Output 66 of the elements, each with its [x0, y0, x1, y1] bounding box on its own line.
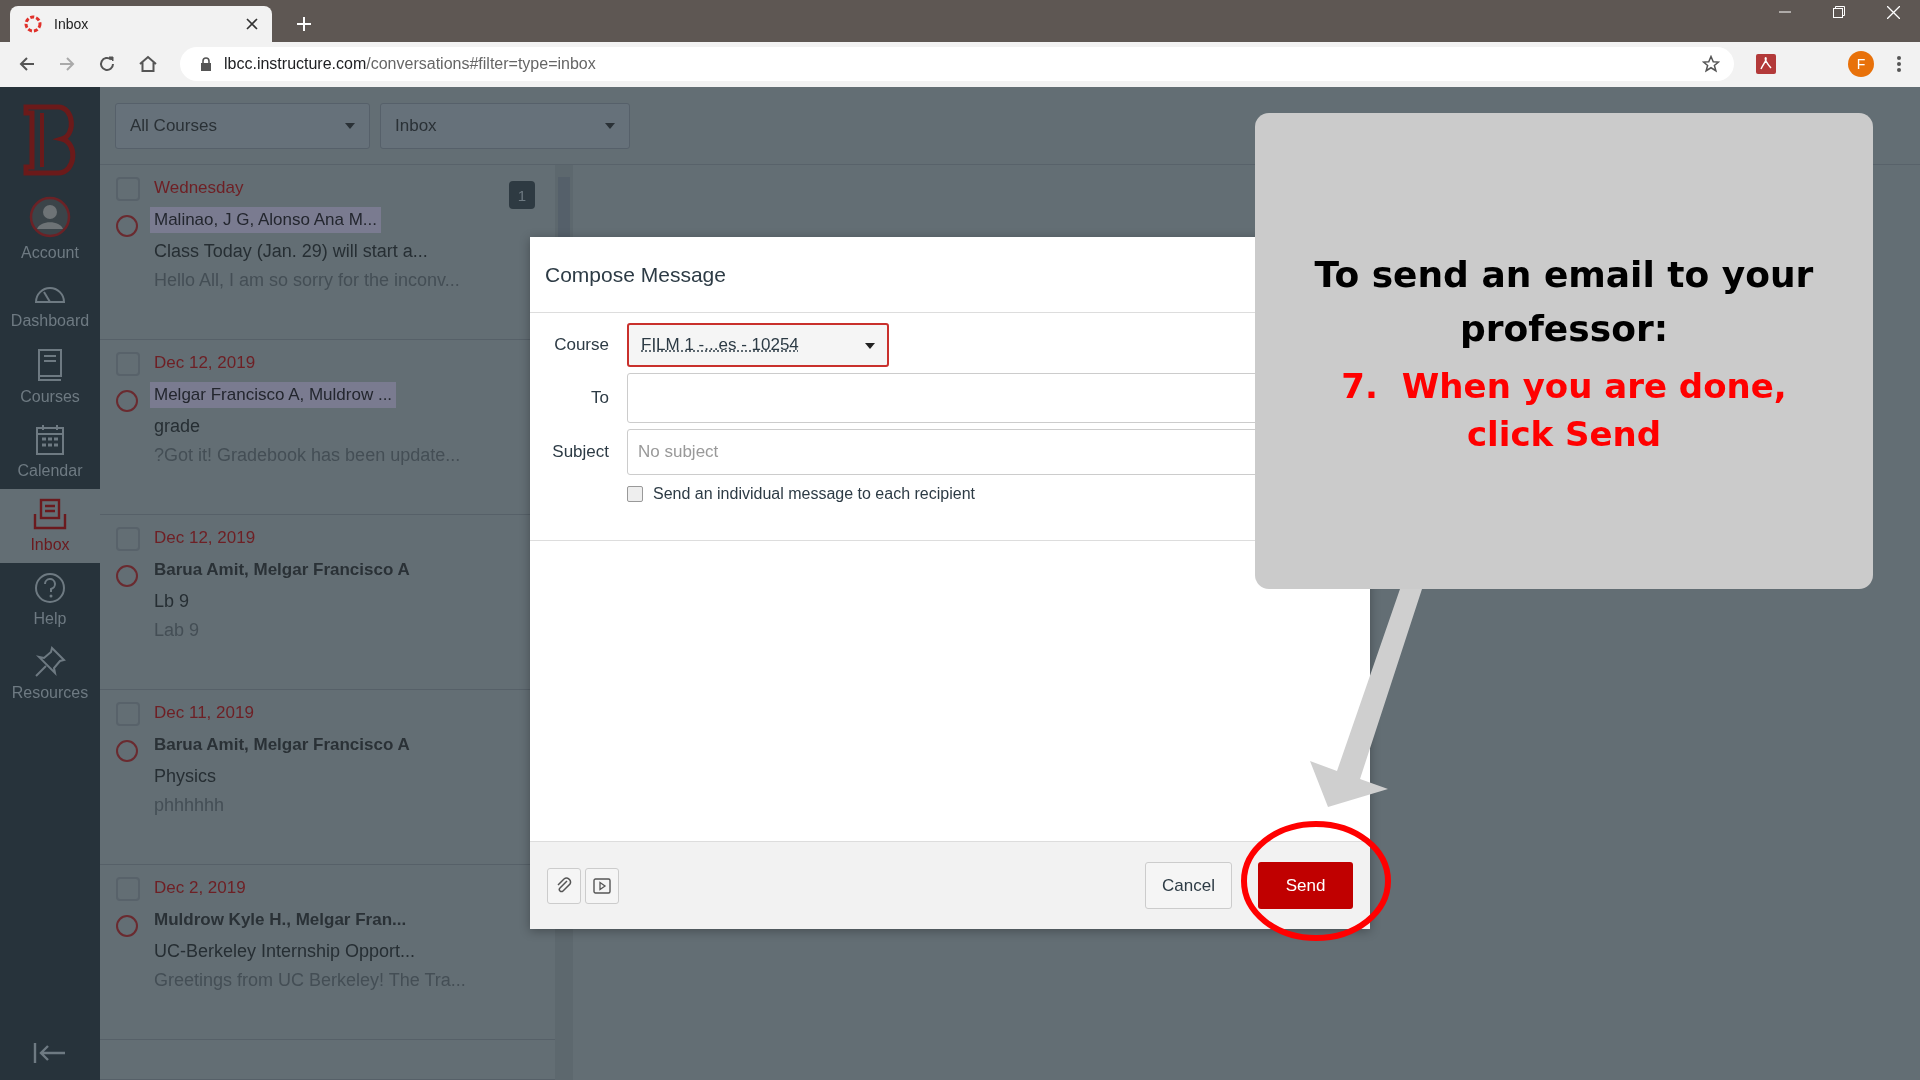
message-sender: Barua Amit, Melgar Francisco A: [153, 559, 411, 581]
nav-item[interactable]: Dashboard: [0, 271, 100, 339]
pushpin-icon: [34, 646, 66, 678]
star-icon[interactable]: [1702, 55, 1720, 74]
unread-marker[interactable]: [116, 565, 138, 587]
browser-tab[interactable]: Inbox: [10, 5, 272, 42]
message-date: Dec 12, 2019: [154, 352, 256, 374]
profile-avatar[interactable]: F: [1848, 51, 1874, 78]
address-field[interactable]: lbcc.instructure.com/conversations#filter=type=inbox: [180, 47, 1734, 82]
unread-marker[interactable]: [116, 915, 138, 937]
message-subject: Lb 9: [154, 591, 190, 612]
url-text: lbcc.instructure.com/conversations#filter=type=inbox: [224, 55, 597, 74]
field-label: To: [590, 388, 609, 408]
send-button[interactable]: Send: [1258, 862, 1353, 909]
video-icon: [593, 877, 611, 894]
dialog-title: Compose Message: [545, 262, 726, 287]
book-icon: [36, 348, 64, 382]
message-sender: Muldrow Kyle H., Melgar Fran...: [153, 909, 408, 931]
message-date: Dec 11, 2019: [154, 702, 254, 724]
close-icon[interactable]: [246, 17, 258, 30]
callout-heading: To send an email to your professor:: [1313, 253, 1815, 351]
lock-icon: [200, 57, 212, 72]
menu-icon[interactable]: [1896, 55, 1902, 74]
message-subject: Physics: [154, 766, 216, 787]
message-date: Wednesday: [154, 177, 244, 199]
collapse-icon[interactable]: [33, 1042, 67, 1064]
media-button[interactable]: [585, 867, 619, 904]
favicon-icon: [24, 14, 42, 33]
reload-icon[interactable]: [98, 55, 116, 74]
new-tab-icon[interactable]: [296, 15, 312, 32]
home-icon[interactable]: [138, 55, 158, 74]
message-count-badge: 1: [509, 181, 535, 209]
field-label: Course: [553, 335, 609, 355]
filter-dropdown[interactable]: Inbox: [380, 102, 630, 149]
pdf-extension-icon[interactable]: [1756, 54, 1776, 75]
checkbox-label: Send an individual message to each recipient: [653, 485, 975, 503]
nav-item[interactable]: Account: [0, 187, 100, 271]
unread-marker[interactable]: [116, 215, 138, 237]
nav-item[interactable]: Inbox: [0, 489, 100, 563]
filter-dropdown[interactable]: All Courses: [115, 102, 370, 149]
message-subject: grade: [154, 416, 201, 437]
message-date: Dec 2, 2019: [154, 877, 246, 899]
message-sender: Melgar Francisco A, Muldrow ...: [150, 382, 397, 408]
nav-item[interactable]: Resources: [0, 637, 100, 711]
attach-button[interactable]: [547, 867, 581, 904]
help-icon: [34, 572, 66, 604]
avatar-icon: [29, 196, 71, 238]
message-subject: Class Today (Jan. 29) will start a...: [154, 241, 428, 262]
unread-marker[interactable]: [116, 740, 138, 762]
nav-item[interactable]: Calendar: [0, 415, 100, 489]
message-subject: UC-Berkeley Internship Opport...: [154, 941, 416, 962]
inbox-icon: [33, 498, 67, 530]
cancel-button[interactable]: Cancel: [1145, 862, 1232, 909]
field-label: Subject: [551, 442, 609, 462]
message-sender: Barua Amit, Melgar Francisco A: [153, 734, 411, 756]
restore-icon[interactable]: [1833, 6, 1845, 19]
message-sender: Malinao, J G, Alonso Ana M...: [150, 207, 381, 233]
paperclip-icon: [555, 876, 573, 895]
tab-title: Inbox: [54, 15, 90, 32]
individual-checkbox[interactable]: [627, 486, 643, 502]
nav-item[interactable]: Courses: [0, 339, 100, 415]
nav-item[interactable]: Help: [0, 563, 100, 637]
calendar-icon: [35, 424, 65, 456]
unread-marker[interactable]: [116, 390, 138, 412]
course-dropdown[interactable]: FILM 1 -...es - 10254: [627, 323, 889, 367]
message-date: Dec 12, 2019: [154, 527, 256, 549]
